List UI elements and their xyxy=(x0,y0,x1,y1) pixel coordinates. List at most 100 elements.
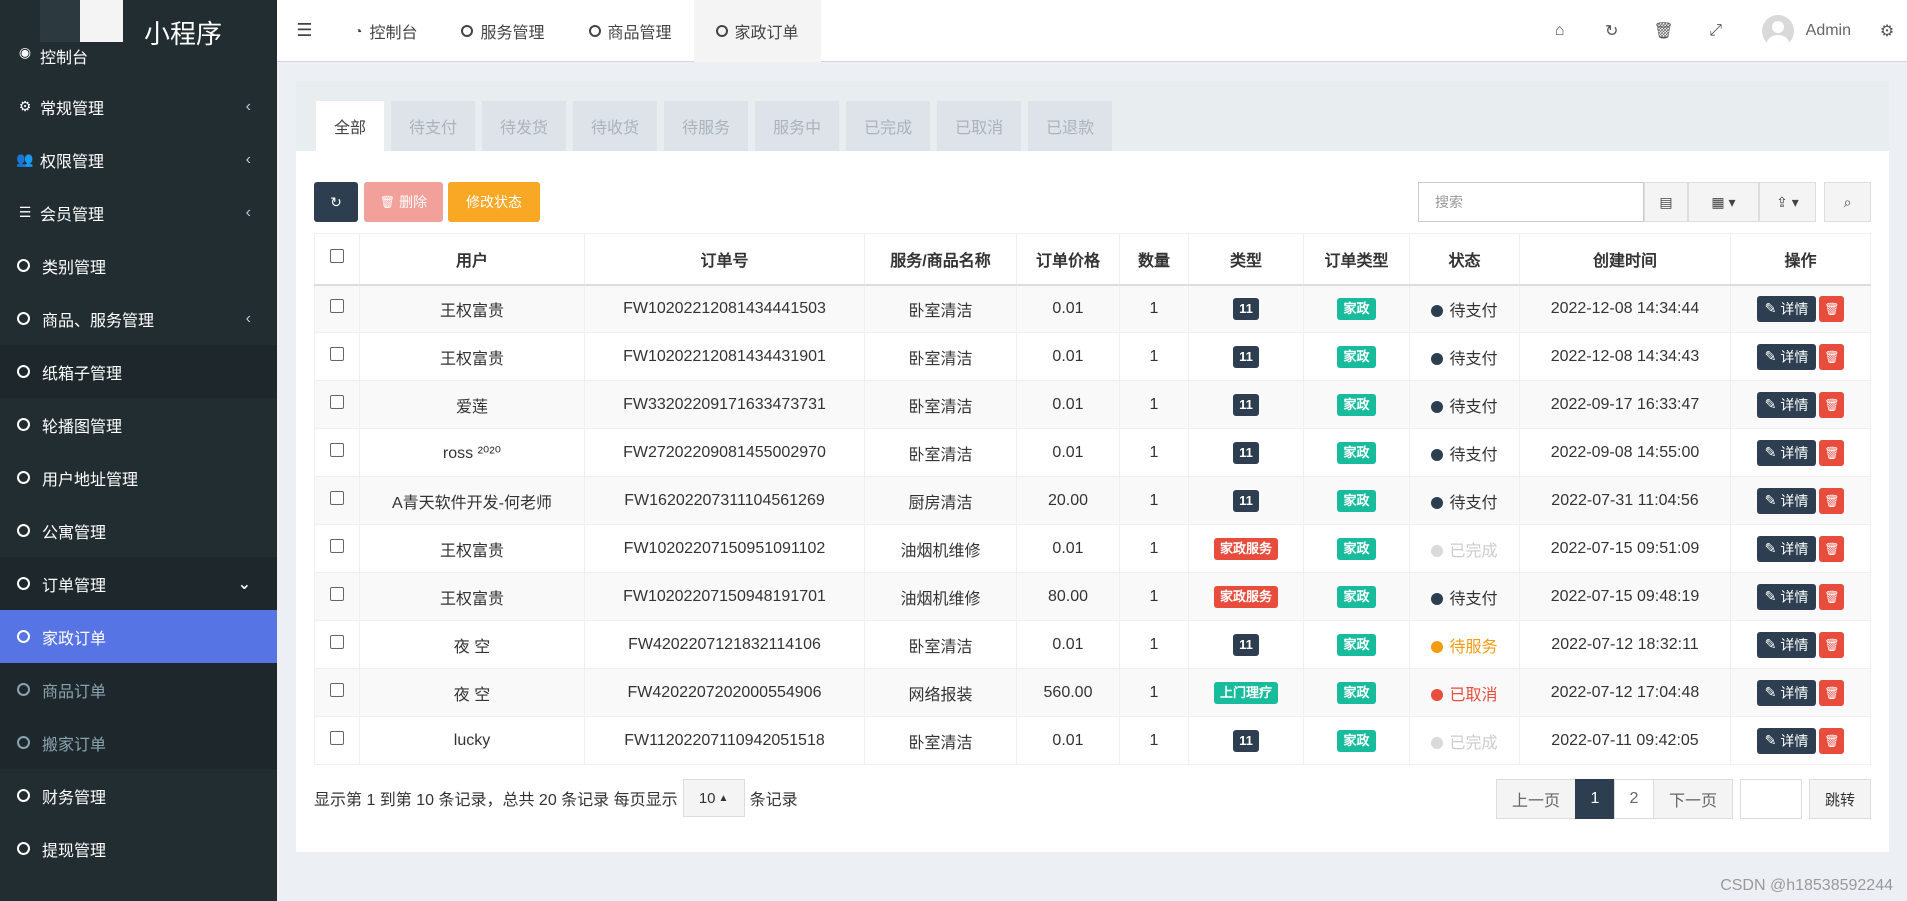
row-checkbox[interactable] xyxy=(330,635,344,649)
sidebar-item-goods-service[interactable]: 商品、服务管理 ‹ xyxy=(0,292,277,345)
status-tab-all[interactable]: 全部 xyxy=(316,101,385,151)
row-checkbox[interactable] xyxy=(330,491,344,505)
tab-goods-management[interactable]: 商品管理 xyxy=(567,0,694,62)
refresh-button[interactable]: ↻ xyxy=(314,182,358,222)
trash-icon[interactable]: 🗑 xyxy=(1638,21,1690,41)
sidebar-item-member[interactable]: ☰ 会员管理 ‹ xyxy=(0,186,277,239)
status-tab-refunded[interactable]: 已退款 xyxy=(1028,101,1113,151)
toggle-view-button[interactable]: ▤ xyxy=(1644,182,1688,222)
cell-qty: 1 xyxy=(1119,476,1189,525)
detail-button[interactable]: ✎ 详情 xyxy=(1756,391,1817,418)
detail-button[interactable]: ✎ 详情 xyxy=(1756,727,1817,754)
row-checkbox[interactable] xyxy=(330,539,344,553)
page-1-button[interactable]: 1 xyxy=(1575,779,1615,819)
type-badge: 11 xyxy=(1233,633,1259,656)
tab-dashboard[interactable]: ◔ 控制台 xyxy=(332,0,439,62)
cell-price: 0.01 xyxy=(1016,332,1120,381)
sidebar-item-carton[interactable]: 纸箱子管理 xyxy=(0,345,277,398)
status-badge: 已完成 xyxy=(1431,735,1498,752)
cell-status: 待支付 xyxy=(1409,332,1520,381)
cell-service-name: 油烟机维修 xyxy=(864,524,1017,573)
row-select-cell xyxy=(314,524,360,573)
row-delete-button[interactable]: 🗑 xyxy=(1819,343,1845,370)
cell-created: 2022-07-15 09:51:09 xyxy=(1519,524,1731,573)
status-tab-completed[interactable]: 已完成 xyxy=(846,101,931,151)
row-delete-button[interactable]: 🗑 xyxy=(1819,727,1845,754)
gear-icon[interactable]: ⚙ xyxy=(1867,21,1907,41)
row-delete-button[interactable]: 🗑 xyxy=(1819,631,1845,658)
row-select-cell xyxy=(314,284,360,333)
fullscreen-icon[interactable]: ⤢ xyxy=(1690,22,1742,40)
refresh-icon[interactable]: ↻ xyxy=(1586,21,1638,41)
next-page-button[interactable]: 下一页 xyxy=(1653,779,1733,819)
detail-button[interactable]: ✎ 详情 xyxy=(1756,535,1817,562)
status-tab-pending-service[interactable]: 待服务 xyxy=(664,101,749,151)
pencil-icon: ✎ xyxy=(1764,444,1777,460)
tab-service-management[interactable]: 服务管理 xyxy=(439,0,566,62)
row-delete-button[interactable]: 🗑 xyxy=(1819,439,1845,466)
sidebar-item-permission[interactable]: 👥 权限管理 ‹ xyxy=(0,133,277,186)
sidebar-item-moving-orders[interactable]: 搬家订单 xyxy=(0,716,277,769)
edit-status-button[interactable]: 修改状态 xyxy=(448,182,540,222)
sidebar-item-withdraw[interactable]: 提现管理 xyxy=(0,822,277,875)
cell-status: 待支付 xyxy=(1409,380,1520,429)
search-button[interactable]: ⌕ xyxy=(1824,182,1871,222)
col-status: 状态 xyxy=(1409,233,1520,286)
detail-button[interactable]: ✎ 详情 xyxy=(1756,583,1817,610)
search-input[interactable]: 搜索 xyxy=(1418,182,1644,222)
row-delete-button[interactable]: 🗑 xyxy=(1819,295,1845,322)
status-tab-unshipped[interactable]: 待发货 xyxy=(482,101,567,151)
row-checkbox[interactable] xyxy=(330,347,344,361)
page-2-button[interactable]: 2 xyxy=(1614,779,1654,819)
columns-button[interactable]: ▦ ▾ xyxy=(1688,182,1759,222)
row-delete-button[interactable]: 🗑 xyxy=(1819,391,1845,418)
cell-type: 11 xyxy=(1188,620,1304,669)
export-button[interactable]: ⇪ ▾ xyxy=(1759,182,1816,222)
detail-button[interactable]: ✎ 详情 xyxy=(1756,343,1817,370)
sidebar-item-finance[interactable]: 财务管理 xyxy=(0,769,277,822)
status-tab-in-service[interactable]: 服务中 xyxy=(755,101,840,151)
detail-button[interactable]: ✎ 详情 xyxy=(1756,487,1817,514)
detail-button[interactable]: ✎ 详情 xyxy=(1756,295,1817,322)
order-type-badge: 家政 xyxy=(1337,633,1376,656)
sidebar-item-dashboard[interactable]: ◉ 控制台 xyxy=(0,44,277,72)
sidebar-item-general[interactable]: ⚙ 常规管理 ‹ xyxy=(0,80,277,133)
user-menu[interactable]: Admin xyxy=(1742,15,1867,47)
sidebar-item-orders[interactable]: 订单管理 ⌄ xyxy=(0,557,277,610)
prev-page-button[interactable]: 上一页 xyxy=(1496,779,1576,819)
row-checkbox[interactable] xyxy=(330,731,344,745)
row-checkbox[interactable] xyxy=(330,587,344,601)
status-tab-unreceived[interactable]: 待收货 xyxy=(573,101,658,151)
tab-housekeeping-orders[interactable]: 家政订单 xyxy=(693,0,821,62)
row-delete-button[interactable]: 🗑 xyxy=(1819,583,1845,610)
detail-label: 详情 xyxy=(1780,300,1809,317)
row-checkbox[interactable] xyxy=(330,443,344,457)
sidebar-item-banner[interactable]: 轮播图管理 xyxy=(0,398,277,451)
row-delete-button[interactable]: 🗑 xyxy=(1819,535,1845,562)
jump-page-input[interactable] xyxy=(1740,779,1802,819)
jump-button[interactable]: 跳转 xyxy=(1809,779,1871,819)
detail-button[interactable]: ✎ 详情 xyxy=(1756,439,1817,466)
status-tab-cancelled[interactable]: 已取消 xyxy=(937,101,1022,151)
page-size-select[interactable]: 10 ▲ xyxy=(682,779,745,817)
delete-button[interactable]: 🗑 删除 xyxy=(364,182,443,222)
sidebar-item-apartment[interactable]: 公寓管理 xyxy=(0,504,277,557)
row-checkbox[interactable] xyxy=(330,683,344,697)
menu-toggle-icon[interactable]: ☰ xyxy=(277,0,332,62)
select-all-checkbox[interactable] xyxy=(330,249,344,264)
row-delete-button[interactable]: 🗑 xyxy=(1819,679,1845,706)
circle-icon xyxy=(17,842,30,855)
cell-user: A青天软件开发-何老师 xyxy=(359,476,585,525)
cell-user: 王权富贵 xyxy=(359,572,585,621)
row-checkbox[interactable] xyxy=(330,395,344,409)
sidebar-item-housekeeping-orders[interactable]: 家政订单 xyxy=(0,610,277,663)
sidebar-item-goods-orders[interactable]: 商品订单 xyxy=(0,663,277,716)
status-tab-unpaid[interactable]: 待支付 xyxy=(391,101,476,151)
sidebar-item-address[interactable]: 用户地址管理 xyxy=(0,451,277,504)
detail-button[interactable]: ✎ 详情 xyxy=(1756,631,1817,658)
detail-button[interactable]: ✎ 详情 xyxy=(1756,679,1817,706)
sidebar-item-category[interactable]: 类别管理 xyxy=(0,239,277,292)
home-icon[interactable]: ⌂ xyxy=(1534,22,1586,40)
row-checkbox[interactable] xyxy=(330,299,344,314)
row-delete-button[interactable]: 🗑 xyxy=(1819,487,1845,514)
